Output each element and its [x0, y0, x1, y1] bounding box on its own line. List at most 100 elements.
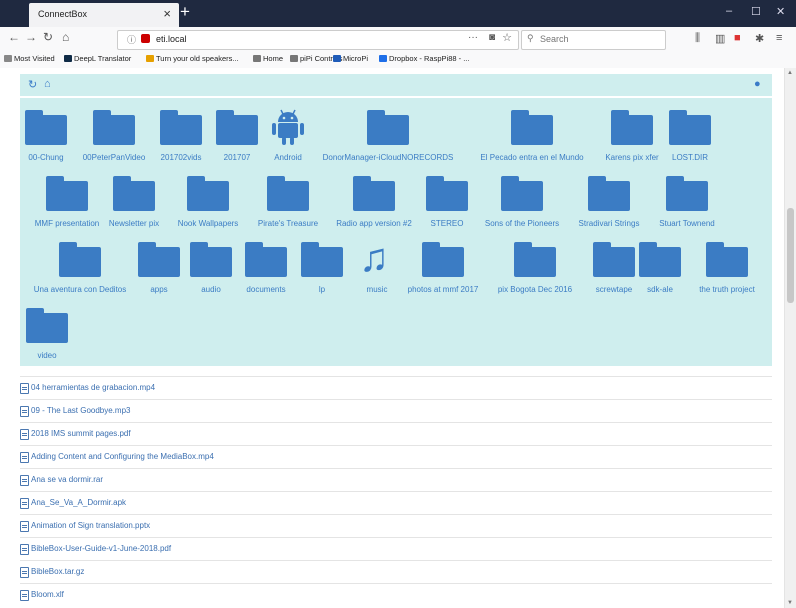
file-row[interactable]: Ana_Se_Va_A_Dormir.apk — [20, 491, 772, 514]
file-icon — [20, 544, 29, 555]
library-icon[interactable]: ⫼ — [695, 32, 700, 45]
bookmark-item[interactable]: MicroPi — [333, 54, 368, 63]
file-name-link[interactable]: Ana_Se_Va_A_Dormir.apk — [31, 498, 126, 507]
scroll-down-icon[interactable]: ▼ — [787, 600, 793, 606]
back-icon[interactable]: ← — [8, 30, 20, 44]
scrollbar-thumb[interactable] — [787, 208, 794, 303]
folder-icon — [26, 308, 68, 343]
file-icon — [20, 521, 29, 532]
folder-label: El Pecado entra en el Mundo — [480, 153, 584, 162]
url-text[interactable]: eti.local — [156, 34, 187, 44]
folder-label: video — [37, 351, 57, 360]
folder-icon — [353, 176, 395, 211]
folder-icon — [666, 176, 708, 211]
browser-tab[interactable]: ConnectBox × — [29, 3, 179, 27]
folder-label: pix Bogota Dec 2016 — [497, 285, 573, 294]
tab-close-icon[interactable]: × — [163, 6, 171, 21]
folder-icon — [25, 110, 67, 145]
folder-grid: 00-Chung 00PeterPanVideo 201702vids 201707 A… — [20, 98, 772, 366]
sidebar-icon[interactable]: ▥ — [715, 32, 725, 45]
extension-gear-icon[interactable]: ✱ — [755, 32, 764, 45]
folder-label: MMF presentation — [34, 219, 100, 228]
file-row[interactable]: Adding Content and Configuring the Media… — [20, 445, 772, 468]
file-name-link[interactable]: BibleBox.tar.gz — [31, 567, 84, 576]
file-name-link[interactable]: 2018 IMS summit pages.pdf — [31, 429, 131, 438]
bookmark-label: DeepL Translator — [74, 54, 132, 63]
extension-icon[interactable]: ■ — [734, 32, 741, 44]
site-favicon-icon — [141, 34, 150, 43]
bookmark-label: Turn your old speakers... — [156, 54, 239, 63]
chat-icon[interactable]: ● — [754, 78, 761, 90]
pocket-icon[interactable]: ◙ — [489, 32, 495, 43]
file-name-link[interactable]: BibleBox-User-Guide-v1-June-2018.pdf — [31, 544, 171, 553]
folder-label: screwtape — [595, 285, 633, 294]
folder-label: photos at mmf 2017 — [407, 285, 479, 294]
bookmark-star-icon[interactable]: ☆ — [502, 31, 512, 44]
tab-title: ConnectBox — [38, 9, 88, 19]
folder-icon — [501, 176, 543, 211]
folder-label: DonorManager-iCloudNORECORDS — [322, 153, 454, 162]
connectbox-toolbar: ↻ ⌂ ● — [20, 74, 772, 96]
folder-icon — [46, 176, 88, 211]
bookmark-item[interactable]: Most Visited — [4, 54, 55, 63]
file-name-link[interactable]: Bloom.xlf — [31, 590, 64, 599]
file-name-link[interactable]: 09 - The Last Goodbye.mp3 — [31, 406, 130, 415]
bookmark-item[interactable]: DeepL Translator — [64, 54, 131, 63]
file-row[interactable]: BibleBox-User-Guide-v1-June-2018.pdf — [20, 537, 772, 560]
folder-icon — [113, 176, 155, 211]
refresh-icon[interactable]: ↻ — [28, 78, 37, 91]
file-row[interactable]: 04 herramientas de grabacion.mp4 — [20, 376, 772, 399]
file-row[interactable]: BibleBox.tar.gz — [20, 560, 772, 583]
folder-label: Nook Wallpapers — [177, 219, 239, 228]
bookmark-item[interactable]: Home — [253, 54, 283, 63]
bookmark-icon — [333, 55, 341, 62]
folder-icon — [93, 110, 135, 145]
folder-label: Stradivari Strings — [578, 219, 640, 228]
bookmark-item[interactable]: Dropbox - RaspPi88 - ... — [379, 54, 469, 63]
file-row[interactable]: 09 - The Last Goodbye.mp3 — [20, 399, 772, 422]
file-row[interactable]: Ana se va dormir.rar — [20, 468, 772, 491]
file-name-link[interactable]: Animation of Sign translation.pptx — [31, 521, 150, 530]
file-name-link[interactable]: 04 herramientas de grabacion.mp4 — [31, 383, 155, 392]
folder-icon — [706, 242, 748, 277]
menu-icon[interactable]: ≡ — [776, 32, 782, 44]
new-tab-button[interactable]: + — [180, 2, 190, 22]
folder-icon — [593, 242, 635, 277]
folder-icon — [422, 242, 464, 277]
file-row[interactable]: Animation of Sign translation.pptx — [20, 514, 772, 537]
file-icon — [20, 567, 29, 578]
folder-icon — [367, 110, 409, 145]
minimize-button[interactable]: – — [726, 5, 732, 17]
bookmark-icon — [379, 55, 387, 62]
folder-label: Una aventura con Deditos — [33, 285, 127, 294]
home-nav-icon[interactable]: ⌂ — [62, 30, 69, 44]
page-scrollbar[interactable]: ▲ ▼ — [784, 68, 796, 608]
scroll-up-icon[interactable]: ▲ — [787, 70, 793, 76]
url-bar[interactable]: ⓘ eti.local ··· ◙ ☆ — [117, 30, 519, 50]
folder-icon — [669, 110, 711, 145]
search-input[interactable] — [538, 33, 662, 45]
site-info-icon[interactable]: ⓘ — [127, 33, 136, 46]
folder-icon — [267, 176, 309, 211]
bookmark-item[interactable]: Turn your old speakers... — [146, 54, 239, 63]
forward-icon[interactable]: → — [25, 30, 37, 44]
folder-icon — [59, 242, 101, 277]
folder-label: 201702vids — [160, 153, 202, 162]
folder-label: lp — [318, 285, 326, 294]
folder-label: the truth project — [699, 285, 755, 294]
maximize-button[interactable]: ☐ — [751, 5, 761, 18]
folder-label: 00PeterPanVideo — [82, 153, 146, 162]
folder-label: audio — [201, 285, 221, 294]
file-name-link[interactable]: Adding Content and Configuring the Media… — [31, 452, 214, 461]
file-row[interactable]: Bloom.xlf — [20, 583, 772, 606]
reload-icon[interactable]: ↻ — [43, 30, 53, 44]
folder-label: Newsletter pix — [108, 219, 160, 228]
folder-label: Pirate's Treasure — [257, 219, 319, 228]
page-actions-icon[interactable]: ··· — [468, 32, 478, 43]
search-box[interactable]: ⚲ — [521, 30, 666, 50]
close-window-button[interactable]: ✕ — [776, 5, 785, 18]
file-name-link[interactable]: Ana se va dormir.rar — [31, 475, 103, 484]
home-icon[interactable]: ⌂ — [44, 78, 51, 90]
search-icon: ⚲ — [527, 33, 534, 43]
file-row[interactable]: 2018 IMS summit pages.pdf — [20, 422, 772, 445]
